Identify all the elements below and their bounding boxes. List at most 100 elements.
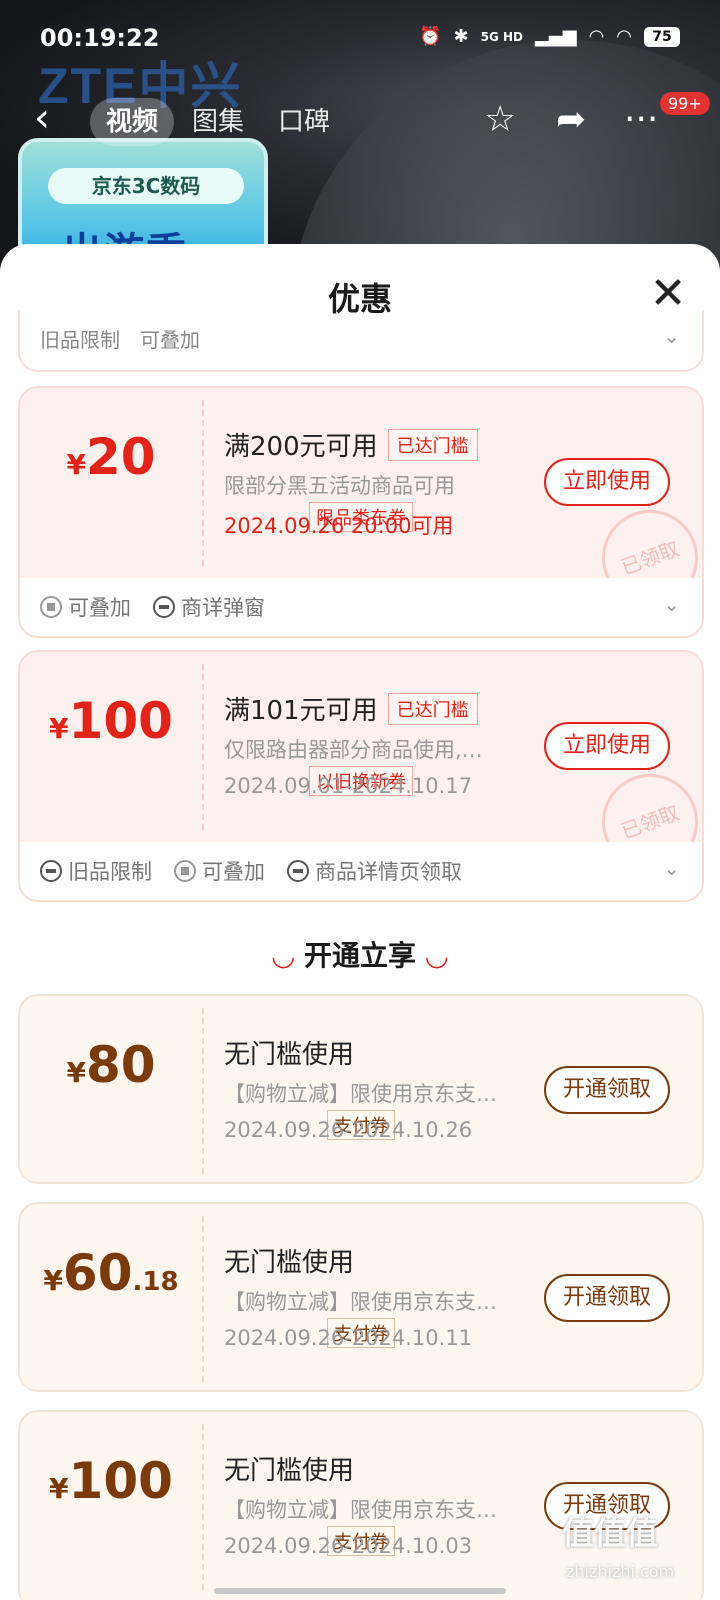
tag-label: 商品详情页领取 <box>315 860 462 884</box>
tag-stackable: 可叠加 <box>40 592 131 622</box>
peek-tags: 旧品限制 可叠加 <box>40 324 200 353</box>
amount-value: 80 <box>85 1036 156 1094</box>
message-count-badge: 99+ <box>660 92 710 115</box>
currency-symbol: ¥ <box>66 448 86 481</box>
condition-text: 满200元可用 <box>224 432 378 462</box>
tag-detail-page: 商品详情页领取 <box>287 856 462 886</box>
status-icons: ⏰ ✱ 5G HD ▂▄▆ ◠ ◠ 75 <box>419 26 680 47</box>
back-icon[interactable]: ‹ <box>34 98 50 138</box>
coupon-description: 【购物立减】限使用京东支… <box>224 1082 497 1106</box>
coupon-body: ¥20 限品类东券 满200元可用 已达门槛 限部分黑五活动商品可用 2024.0… <box>20 388 702 620</box>
pay-coupon-card: ¥80 支付券 无门槛使用 【购物立减】限使用京东支… 2024.09.26-2… <box>18 994 704 1184</box>
coupon-card: ¥100 以旧换新券 满101元可用 已达门槛 仅限路由器部分商品使用,… 202… <box>18 650 704 902</box>
watermark-site: zhizhizhi.com <box>566 1562 675 1581</box>
threshold-reached-tag: 已达门槛 <box>387 693 478 725</box>
previous-coupon-footer: 旧品限制 可叠加 ⌄ <box>18 310 704 372</box>
coupon-condition: 满101元可用 已达门槛 <box>224 690 478 727</box>
share-icon[interactable]: ➦ <box>556 100 586 140</box>
coupon-tags: 可叠加 商详弹窗 <box>40 592 265 622</box>
coupon-condition: 无门槛使用 <box>224 1456 355 1486</box>
tab-video[interactable]: 视频 <box>90 98 175 146</box>
condition-text: 满101元可用 <box>224 696 378 726</box>
wifi-icon: ◠ <box>588 26 605 47</box>
threshold-reached-tag: 已达门槛 <box>387 429 478 461</box>
peek-tag-stackable: 可叠加 <box>140 328 200 352</box>
dashed-divider <box>202 1008 204 1174</box>
watermark-logo: 值值值 <box>562 1514 659 1552</box>
section-title-text: 开通立享 <box>303 939 416 972</box>
currency-symbol: ¥ <box>43 1264 63 1297</box>
coupon-icon <box>40 860 62 882</box>
currency-symbol: ¥ <box>49 1472 69 1505</box>
coupon-date: 2024.09.26 20:00可用 <box>224 514 454 538</box>
coupon-footer: 可叠加 商详弹窗 ⌄ <box>20 578 702 636</box>
amount-value: 100 <box>68 1452 173 1510</box>
coupon-body: ¥100 以旧换新券 满101元可用 已达门槛 仅限路由器部分商品使用,… 202… <box>20 652 702 884</box>
planet-image <box>290 40 720 270</box>
tag-label: 旧品限制 <box>68 860 152 884</box>
bluetooth-icon: ✱ <box>453 26 469 47</box>
coupon-condition: 无门槛使用 <box>224 1040 355 1070</box>
status-time: 00:19:22 <box>40 24 160 52</box>
dashed-divider <box>202 1216 204 1382</box>
coupon-date: 2024.09.26-2024.10.03 <box>224 1534 473 1558</box>
promo-card-title: 京东3C数码 <box>48 168 244 204</box>
coupon-condition: 无门槛使用 <box>224 1248 355 1278</box>
tag-label: 可叠加 <box>68 596 131 620</box>
coupon-body: ¥60.18 支付券 无门槛使用 【购物立减】限使用京东支… 2024.09.2… <box>20 1204 702 1390</box>
coupon-sheet: 优惠 ✕ 旧品限制 可叠加 ⌄ ¥20 限品类东券 满200元可用 已达门槛 限部… <box>0 244 720 1600</box>
currency-symbol: ¥ <box>66 1056 86 1089</box>
tab-gallery[interactable]: 图集 <box>176 98 260 146</box>
chevron-down-icon[interactable]: ⌄ <box>663 856 680 880</box>
use-now-button[interactable]: 立即使用 <box>544 722 670 770</box>
section-title: ◡ 开通立享 ◡ <box>0 934 720 974</box>
coupon-amount: ¥60.18 <box>20 1244 202 1302</box>
tag-label: 商详弹窗 <box>181 596 265 620</box>
top-nav: ‹ 视频 图集 口碑 ☆ ➦ ··· 99+ <box>0 92 720 152</box>
amount-decimal: .18 <box>132 1267 179 1297</box>
network-label: 5G HD <box>480 29 524 44</box>
currency-symbol: ¥ <box>49 712 69 745</box>
chevron-down-icon[interactable]: ⌄ <box>663 592 680 616</box>
signal-icon: ▂▄▆ <box>535 26 577 47</box>
home-indicator[interactable] <box>214 1588 506 1594</box>
stack-icon <box>40 596 62 618</box>
activate-claim-button[interactable]: 开通领取 <box>544 1066 670 1114</box>
more-icon[interactable]: ··· <box>624 100 658 140</box>
status-bar: 00:19:22 ⏰ ✱ 5G HD ▂▄▆ ◠ ◠ 75 <box>0 0 720 72</box>
coupon-description: 限部分黑五活动商品可用 <box>224 474 455 498</box>
coupon-amount: ¥100 <box>20 692 202 750</box>
coupon-footer: 旧品限制 可叠加 商品详情页领取 ⌄ <box>20 842 702 900</box>
coupon-amount: ¥20 <box>20 428 202 486</box>
coupon-date: 2024.09.26-2024.10.26 <box>224 1118 473 1142</box>
alarm-icon: ⏰ <box>419 26 442 47</box>
use-now-button[interactable]: 立即使用 <box>544 458 670 506</box>
amount-value: 100 <box>68 692 173 750</box>
coupon-amount: ¥100 <box>20 1452 202 1510</box>
smile-left-icon: ◡ <box>272 939 294 972</box>
coupon-body: ¥80 支付券 无门槛使用 【购物立减】限使用京东支… 2024.09.26-2… <box>20 996 702 1182</box>
tag-popup: 商详弹窗 <box>153 592 265 622</box>
dashed-divider <box>202 1424 204 1590</box>
amount-value: 20 <box>85 428 156 486</box>
coupon-icon <box>153 596 175 618</box>
tag-stackable: 可叠加 <box>174 856 265 886</box>
chevron-down-icon[interactable]: ⌄ <box>663 324 680 348</box>
coupon-description: 仅限路由器部分商品使用,… <box>224 738 483 762</box>
dashed-divider <box>202 400 204 566</box>
amount-value: 60 <box>62 1244 133 1302</box>
coupon-amount: ¥80 <box>20 1036 202 1094</box>
battery-icon: 75 <box>644 26 680 47</box>
peek-tag-old-item: 旧品限制 <box>40 328 120 352</box>
coupon-icon <box>287 860 309 882</box>
coupon-description: 【购物立减】限使用京东支… <box>224 1498 497 1522</box>
coupon-date: 2024.09.26-2024.10.11 <box>224 1326 473 1350</box>
favorite-star-icon[interactable]: ☆ <box>484 100 516 140</box>
coupon-description: 【购物立减】限使用京东支… <box>224 1290 497 1314</box>
stack-icon <box>174 860 196 882</box>
tab-reviews[interactable]: 口碑 <box>262 98 346 146</box>
activate-claim-button[interactable]: 开通领取 <box>544 1274 670 1322</box>
tag-label: 可叠加 <box>202 860 265 884</box>
pay-coupon-card: ¥60.18 支付券 无门槛使用 【购物立减】限使用京东支… 2024.09.2… <box>18 1202 704 1392</box>
coupon-card: ¥20 限品类东券 满200元可用 已达门槛 限部分黑五活动商品可用 2024.0… <box>18 386 704 638</box>
